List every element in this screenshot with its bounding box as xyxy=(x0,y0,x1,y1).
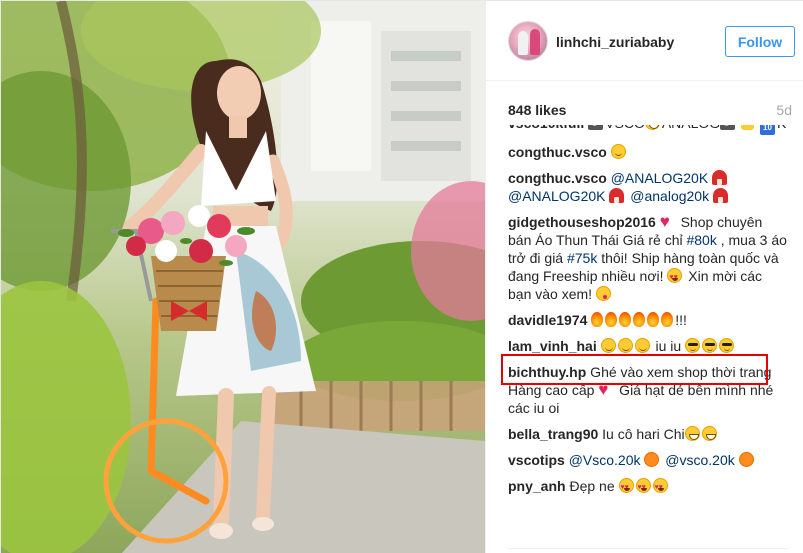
comment-item: gidgethouseshop2016 Shop chuyên bán Áo T… xyxy=(508,213,788,303)
comment-username[interactable]: vscotips xyxy=(508,452,565,468)
comment-text: !!! xyxy=(675,312,687,328)
instagram-post-view: linhchi_zuriababy Follow 848 likes 5d vs… xyxy=(0,0,803,553)
comment-text: iu iu xyxy=(651,338,686,354)
comment-item: vscotips @Vsco.20k @vsco.20k xyxy=(508,451,788,469)
user-avatar[interactable] xyxy=(508,21,548,61)
heart-eyes-icon xyxy=(652,478,668,497)
likes-count[interactable]: 848 likes xyxy=(508,102,566,118)
comments-scroll: vsco10kfull VSCO ANALOG 10Kcongthuc.vsco … xyxy=(508,125,788,503)
grin-icon xyxy=(701,426,717,441)
comment-mention-link[interactable]: @ANALOG20K xyxy=(611,170,708,186)
heart-eyes-icon xyxy=(635,478,651,497)
comment-mention-link[interactable]: #80k xyxy=(686,232,716,248)
comment-username[interactable]: congthuc.vsco xyxy=(508,170,607,186)
photo-illustration xyxy=(1,1,485,553)
comment-username[interactable]: gidgethouseshop2016 xyxy=(508,214,656,230)
comment-username[interactable]: lam_vinh_hai xyxy=(508,338,597,354)
comment-text: ANALOG xyxy=(662,125,720,131)
grin-icon xyxy=(684,426,700,441)
blush-icon xyxy=(617,338,633,353)
comment-text: VSCO xyxy=(605,125,645,131)
camera-icon xyxy=(720,125,736,130)
comments-list[interactable]: vsco10kfull VSCO ANALOG 10Kcongthuc.vsco … xyxy=(486,125,803,543)
post-username[interactable]: linhchi_zuriababy xyxy=(556,34,674,50)
sunglasses-icon xyxy=(702,338,718,353)
comment-item: bella_trang90 Iu cô hari Chi xyxy=(508,425,788,443)
pointing-hand-icon xyxy=(741,125,755,130)
blush-icon xyxy=(634,338,650,353)
grin-icon xyxy=(644,125,660,130)
divider xyxy=(508,548,788,553)
ten-icon: 10 xyxy=(759,125,775,135)
post-age[interactable]: 5d xyxy=(776,102,792,118)
sunglasses-icon xyxy=(685,338,701,353)
comment-username[interactable]: congthuc.vsco xyxy=(508,144,607,160)
fire-icon xyxy=(605,312,618,327)
fire-icon xyxy=(633,312,646,327)
highlight-box xyxy=(501,354,768,385)
heart-icon xyxy=(598,381,613,399)
comment-mention-link[interactable]: @ANALOG20K xyxy=(508,188,605,204)
fire-icon xyxy=(591,312,604,327)
heart-eyes-icon xyxy=(667,268,683,287)
heart-icon xyxy=(660,213,675,231)
post-header: linhchi_zuriababy Follow xyxy=(486,1,803,81)
fire-icon xyxy=(619,312,632,327)
comment-text: Iu cô hari Chi xyxy=(598,426,685,442)
comment-mention-link[interactable]: #75k xyxy=(567,250,597,266)
mushroom-icon xyxy=(712,188,728,203)
comment-item: congthuc.vsco @ANALOG20K @ANALOG20K @ana… xyxy=(508,169,788,205)
mushroom-icon xyxy=(712,170,728,185)
comment-item: congthuc.vsco xyxy=(508,143,788,161)
blush-icon xyxy=(600,338,616,353)
comment-item: lam_vinh_hai iu iu xyxy=(508,337,788,355)
comment-mention-link[interactable]: @vsco.20k xyxy=(665,452,734,468)
heart-eyes-icon xyxy=(618,478,634,497)
mushroom-icon xyxy=(609,188,625,203)
fire-icon xyxy=(661,312,674,327)
comment-text: K xyxy=(777,125,786,131)
orange-icon xyxy=(644,452,660,467)
sunglasses-icon xyxy=(719,338,735,353)
comment-mention-link[interactable]: @Vsco.20k xyxy=(569,452,641,468)
comment-text: Đẹp ne xyxy=(565,478,619,494)
comment-username[interactable]: bella_trang90 xyxy=(508,426,598,442)
comment-text xyxy=(597,338,601,354)
comment-item: davidle1974 !!! xyxy=(508,311,788,329)
fire-icon xyxy=(647,312,660,327)
follow-button[interactable]: Follow xyxy=(725,26,795,57)
comment-item: vsco10kfull VSCO ANALOG 10K xyxy=(508,125,788,135)
smile-icon xyxy=(610,144,626,159)
post-side-panel: linhchi_zuriababy Follow 848 likes 5d vs… xyxy=(485,1,803,553)
orange-icon xyxy=(738,452,754,467)
camera-icon xyxy=(588,125,604,130)
yum-icon xyxy=(595,286,611,301)
comment-username[interactable]: davidle1974 xyxy=(508,312,587,328)
post-photo[interactable] xyxy=(1,1,485,553)
comment-item: pny_anh Đẹp ne xyxy=(508,477,788,497)
comment-username[interactable]: pny_anh xyxy=(508,478,566,494)
comment-username[interactable]: vsco10kfull xyxy=(508,125,584,131)
comment-mention-link[interactable]: @analog20k xyxy=(630,188,709,204)
